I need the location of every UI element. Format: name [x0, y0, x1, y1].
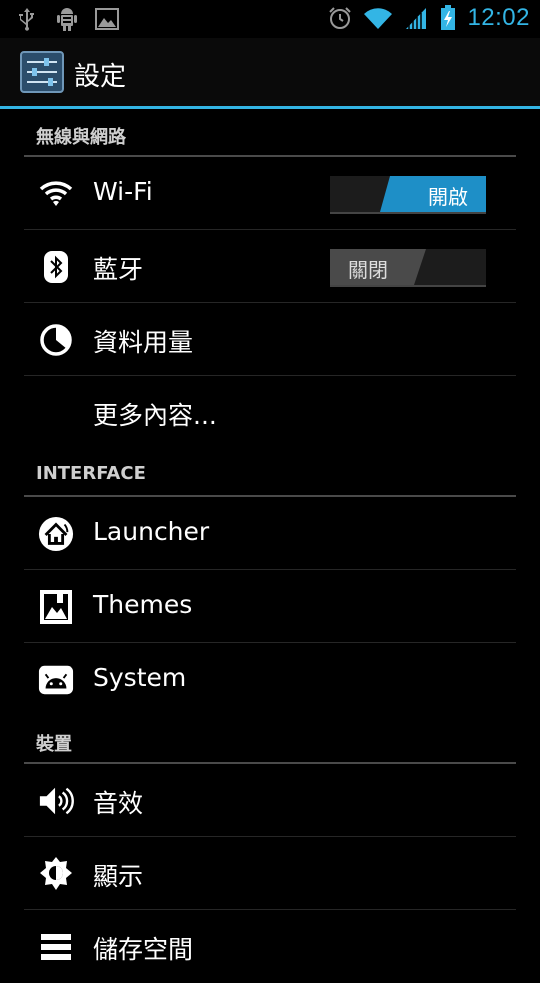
- settings-item-label: System: [93, 663, 187, 692]
- status-bar: 12:02: [0, 0, 540, 38]
- themes-icon: [38, 589, 74, 625]
- settings-item-label: 音效: [93, 789, 144, 818]
- settings-item-storage[interactable]: 儲存空間: [0, 910, 540, 983]
- section-header-device: 裝置: [0, 716, 540, 764]
- section-label: 無線與網路: [36, 127, 126, 148]
- battery-charging-icon: [439, 5, 457, 31]
- wifi-icon: [38, 176, 74, 212]
- settings-item-display[interactable]: 顯示: [0, 837, 540, 910]
- alarm-icon: [327, 5, 353, 31]
- action-bar: 設定: [0, 38, 540, 106]
- settings-item-label: Launcher: [93, 517, 210, 546]
- section-label: 裝置: [36, 734, 72, 755]
- settings-item-label: Wi-Fi: [93, 177, 153, 206]
- settings-app-icon[interactable]: [20, 51, 64, 93]
- usb-icon: [14, 6, 40, 32]
- settings-item-data-usage[interactable]: 資料用量: [0, 303, 540, 376]
- notification-icons: [14, 6, 120, 32]
- section-header-wireless: 無線與網路: [0, 109, 540, 157]
- image-icon: [94, 6, 120, 32]
- page-title: 設定: [74, 62, 127, 92]
- bluetooth-icon: [38, 249, 74, 285]
- system-icons: 12:02: [327, 4, 530, 32]
- cell-signal-icon: [403, 5, 429, 31]
- toggle-on-state: 開啟: [380, 176, 486, 212]
- toggle-label: 開啟: [428, 185, 468, 209]
- settings-item-label: Themes: [93, 590, 193, 619]
- settings-item-themes[interactable]: Themes: [0, 570, 540, 643]
- settings-item-label: 儲存空間: [93, 935, 194, 964]
- wifi-toggle[interactable]: 開啟: [330, 176, 486, 214]
- section-header-interface: INTERFACE: [0, 449, 540, 497]
- settings-item-label: 更多內容...: [93, 401, 217, 430]
- system-android-icon: [38, 662, 74, 698]
- settings-item-sound[interactable]: 音效: [0, 764, 540, 837]
- settings-item-more[interactable]: 更多內容...: [0, 376, 540, 449]
- settings-item-label: 藍牙: [93, 255, 144, 284]
- bluetooth-toggle[interactable]: 關閉: [330, 249, 486, 287]
- launcher-icon: [38, 516, 74, 552]
- settings-item-label: 資料用量: [93, 328, 194, 357]
- settings-item-launcher[interactable]: Launcher: [0, 497, 540, 570]
- data-usage-icon: [38, 322, 74, 358]
- section-label: INTERFACE: [36, 463, 146, 484]
- settings-item-label: 顯示: [93, 862, 144, 891]
- wifi-signal-icon: [363, 5, 393, 31]
- status-clock: 12:02: [467, 4, 530, 31]
- settings-item-bluetooth[interactable]: 藍牙 關閉: [0, 230, 540, 303]
- sound-icon: [38, 783, 74, 819]
- settings-item-system[interactable]: System: [0, 643, 540, 716]
- settings-list: 無線與網路 Wi-Fi 開啟 藍牙 關閉 資料用量 更多內容... INTERF…: [0, 109, 540, 983]
- android-debug-icon: [54, 6, 80, 32]
- toggle-off-state: 關閉: [330, 249, 426, 285]
- brightness-icon: [38, 856, 74, 892]
- toggle-label: 關閉: [348, 258, 388, 282]
- settings-item-wifi[interactable]: Wi-Fi 開啟: [0, 157, 540, 230]
